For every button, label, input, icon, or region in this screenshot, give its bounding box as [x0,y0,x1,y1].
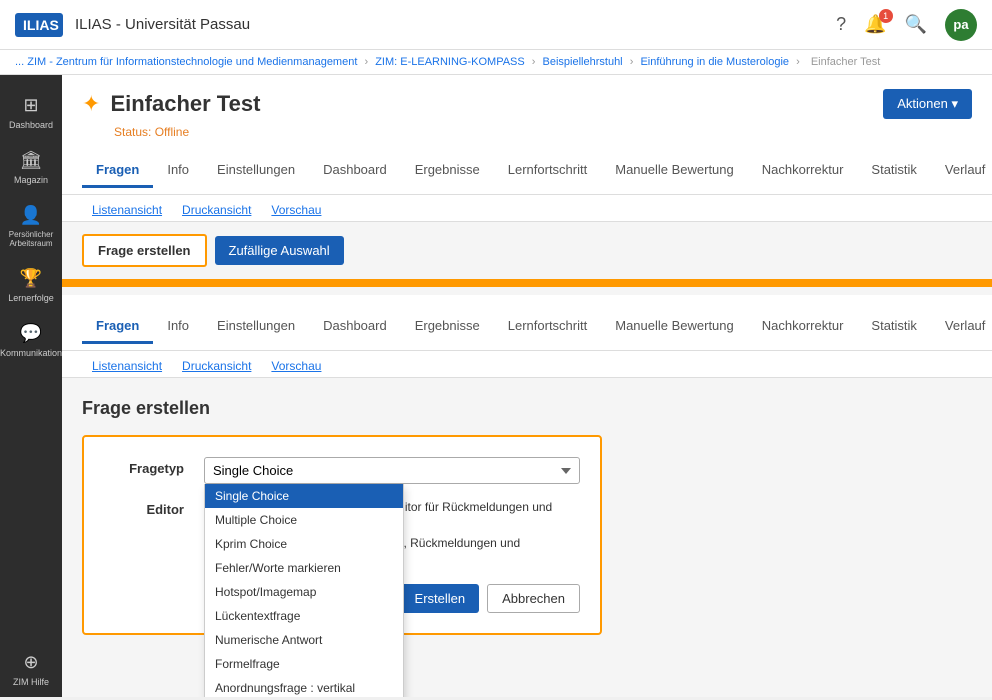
dashboard-icon: ⊞ [23,95,38,116]
tab2-dashboard[interactable]: Dashboard [309,310,401,344]
search-icon[interactable]: 🔍 [905,14,927,35]
sidebar-item-kommunikation[interactable]: 💬 Kommunikation [0,313,62,368]
avatar[interactable]: pa [945,9,977,41]
app-title: ILIAS - Universität Passau [75,16,824,33]
sub-tab2-druckansicht[interactable]: Druckansicht [172,355,261,377]
help-icon[interactable]: ? [836,14,846,35]
page-header: ✦ Einfacher Test Aktionen ▾ Status: Offl… [62,75,992,195]
magazin-icon: 🏛 [20,150,43,171]
toolbar-first: Frage erstellen Zufällige Auswahl [62,222,992,279]
sidebar-item-arbeitsraum[interactable]: 👤 Persönlicher Arbeitsraum [0,195,62,258]
page-title: ✦ Einfacher Test [82,91,260,117]
tab2-info[interactable]: Info [153,310,203,344]
tab2-nachkorrektur[interactable]: Nachkorrektur [748,310,858,344]
frage-erstellen-heading: Frage erstellen [82,398,972,419]
breadcrumb-einfuehrung[interactable]: Einführung in die Musterologie [640,56,789,68]
kommunikation-icon: 💬 [20,323,42,344]
dropdown-item-fehler[interactable]: Fehler/Worte markieren [205,556,403,580]
breadcrumb-elearning[interactable]: ZIM: E-LEARNING-KOMPASS [375,56,525,68]
lernerfolge-icon: 🏆 [20,268,42,289]
notifications-icon[interactable]: 🔔 1 [864,14,886,35]
sub-tab2-vorschau[interactable]: Vorschau [261,355,331,377]
breadcrumb: ... ZIM - Zentrum für Informationstechno… [0,50,992,75]
tab-dashboard[interactable]: Dashboard [309,154,401,188]
dropdown-item-luecken[interactable]: Lückentextfrage [205,604,403,628]
sidebar-item-label: Dashboard [9,120,53,130]
ilias-logo: ILIAS [15,13,63,37]
tab2-fragen[interactable]: Fragen [82,310,153,344]
star-icon: ✦ [82,91,100,117]
sub-tab-vorschau[interactable]: Vorschau [261,199,331,221]
notification-badge: 1 [879,9,893,23]
arbeitsraum-icon: 👤 [20,205,42,226]
tab-nachkorrektur[interactable]: Nachkorrektur [748,154,858,188]
breadcrumb-current: Einfacher Test [811,56,881,68]
sidebar-item-label: Kommunikation [0,348,62,358]
frage-erstellen-button-top[interactable]: Frage erstellen [82,234,207,267]
tab-ergebnisse[interactable]: Ergebnisse [401,154,494,188]
fragetyp-select[interactable]: Single Choice [204,457,580,484]
sub-tabs: Listenansicht Druckansicht Vorschau [62,195,992,222]
tab-manuelle[interactable]: Manuelle Bewertung [601,154,748,188]
tab-info[interactable]: Info [153,154,203,188]
breadcrumb-lehrstuhl[interactable]: Beispiellehrstuhl [543,56,623,68]
zimhilfe-icon: ⊕ [23,652,38,673]
tab2-ergebnisse[interactable]: Ergebnisse [401,310,494,344]
sidebar: ⊞ Dashboard 🏛 Magazin 👤 Persönlicher Arb… [0,75,62,697]
sidebar-item-dashboard[interactable]: ⊞ Dashboard [0,85,62,140]
status-label: Status: Offline [114,125,972,139]
dropdown-item-multiple-choice[interactable]: Multiple Choice [205,508,403,532]
sub-tab-listenansicht[interactable]: Listenansicht [82,199,172,221]
sub-tab2-listenansicht[interactable]: Listenansicht [82,355,172,377]
dropdown-item-numerisch[interactable]: Numerische Antwort [205,628,403,652]
sub-tabs-2: Listenansicht Druckansicht Vorschau [62,351,992,378]
dropdown-item-anordnung-v[interactable]: Anordnungsfrage : vertikal [205,676,403,697]
fragetyp-row: Fragetyp Single Choice Single Choice Mul… [104,457,580,484]
sidebar-item-label: ZIM Hilfe [13,677,49,687]
sidebar-item-label: Persönlicher Arbeitsraum [0,230,62,248]
sidebar-item-lernerfolge[interactable]: 🏆 Lernerfolge [0,258,62,313]
top-bar-icons: ? 🔔 1 🔍 pa [836,9,977,41]
main-tabs: Fragen Info Einstellungen Dashboard Erge… [82,147,972,194]
sub-tab-druckansicht[interactable]: Druckansicht [172,199,261,221]
dropdown-item-single-choice[interactable]: Single Choice [205,484,403,508]
main-tabs-2: Fragen Info Einstellungen Dashboard Erge… [82,295,972,350]
tab-einstellungen[interactable]: Einstellungen [203,154,309,188]
sidebar-item-label: Magazin [14,175,48,185]
form-box: Fragetyp Single Choice Single Choice Mul… [82,435,602,635]
editor-label: Editor [104,498,184,517]
tab-lernfortschritt[interactable]: Lernfortschritt [494,154,601,188]
fragetyp-dropdown: Single Choice Multiple Choice Kprim Choi… [204,484,404,697]
sidebar-item-zimhilfe[interactable]: ⊕ ZIM Hilfe [0,642,62,697]
zuf-auswahl-button[interactable]: Zufällige Auswahl [215,236,344,265]
fragetyp-control: Single Choice Single Choice Multiple Cho… [204,457,580,484]
sidebar-item-magazin[interactable]: 🏛 Magazin [0,140,62,195]
fragetyp-label: Fragetyp [104,457,184,476]
orange-divider [62,279,992,287]
tab2-lernfortschritt[interactable]: Lernfortschritt [494,310,601,344]
tab-verlauf[interactable]: Verlauf [931,154,992,188]
tab-fragen[interactable]: Fragen [82,154,153,188]
page-heading: Einfacher Test [110,91,260,117]
tab-statistik[interactable]: Statistik [857,154,931,188]
dropdown-item-kprim[interactable]: Kprim Choice [205,532,403,556]
abbrechen-button[interactable]: Abbrechen [487,584,580,613]
dropdown-item-formel[interactable]: Formelfrage [205,652,403,676]
tab2-statistik[interactable]: Statistik [857,310,931,344]
content-area: ✦ Einfacher Test Aktionen ▾ Status: Offl… [62,75,992,697]
tab2-einstellungen[interactable]: Einstellungen [203,310,309,344]
second-section: Fragen Info Einstellungen Dashboard Erge… [62,295,992,378]
erstellen-button[interactable]: Erstellen [401,584,480,613]
tab2-verlauf[interactable]: Verlauf [931,310,992,344]
main-layout: ⊞ Dashboard 🏛 Magazin 👤 Persönlicher Arb… [0,75,992,697]
dropdown-item-hotspot[interactable]: Hotspot/Imagemap [205,580,403,604]
sidebar-item-label: Lernerfolge [8,293,54,303]
breadcrumb-zim[interactable]: ... ZIM - Zentrum für Informationstechno… [15,56,357,68]
aktionen-button[interactable]: Aktionen ▾ [883,89,972,119]
top-bar: ILIAS ILIAS - Universität Passau ? 🔔 1 🔍… [0,0,992,50]
frage-erstellen-section: Frage erstellen Fragetyp Single Choice S… [62,378,992,655]
page-title-row: ✦ Einfacher Test Aktionen ▾ [82,89,972,119]
tab2-manuelle[interactable]: Manuelle Bewertung [601,310,748,344]
